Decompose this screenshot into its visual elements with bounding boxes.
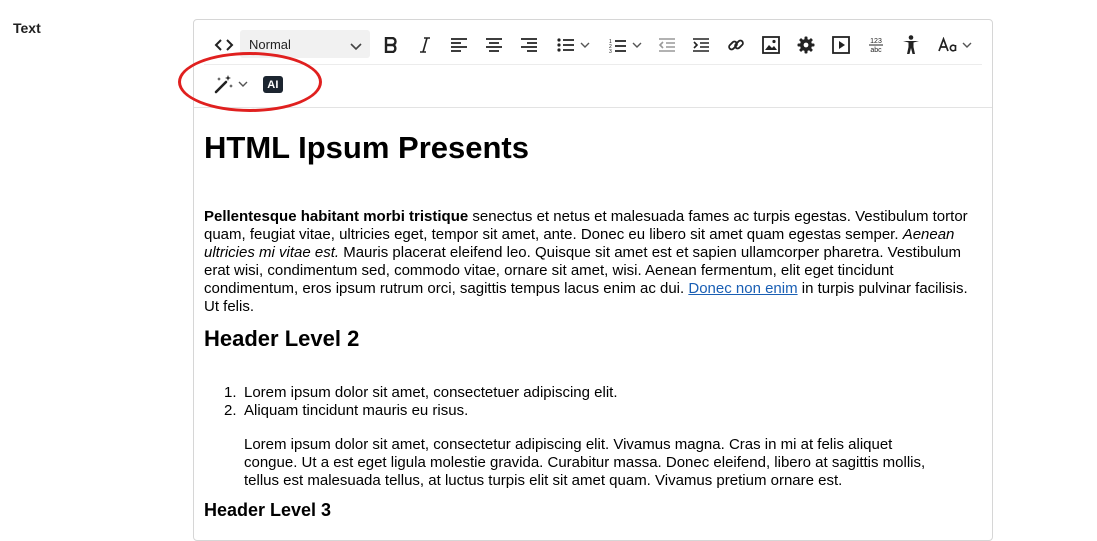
editor-toolbar: Normal 1 2 3 123 abc AI — [194, 20, 992, 108]
svg-text:3: 3 — [609, 49, 612, 53]
magic-wand-button[interactable] — [212, 71, 250, 97]
accessibility-icon — [902, 35, 920, 55]
align-right-icon — [520, 38, 538, 52]
link-icon — [727, 36, 745, 54]
list-item-text: Lorem ipsum dolor sit amet, consectetuer… — [244, 384, 618, 401]
italic-icon — [419, 37, 431, 53]
chevron-down-icon — [962, 41, 972, 49]
list-item: 2. Aliquam tincidunt mauris eu risus. — [224, 402, 984, 420]
list-item-number: 1. — [224, 384, 237, 401]
indent-icon — [692, 38, 710, 52]
align-left-icon — [450, 38, 468, 52]
link-button[interactable] — [724, 32, 748, 58]
gear-icon — [797, 36, 815, 54]
ai-label: AI — [267, 78, 279, 91]
intro-paragraph: Pellentesque habitant morbi tristique se… — [204, 208, 984, 316]
paragraph-style-select[interactable]: Normal — [240, 30, 370, 58]
accessibility-button[interactable] — [899, 32, 923, 58]
chevron-down-icon — [632, 41, 642, 49]
chevron-down-icon — [350, 38, 362, 56]
bullet-list-icon — [556, 38, 575, 52]
bold-text: Pellentesque habitant morbi tristique — [204, 208, 469, 225]
bold-icon — [384, 37, 398, 53]
image-button[interactable] — [759, 32, 783, 58]
numbered-list-icon: 123 — [609, 38, 627, 53]
font-size-button[interactable] — [934, 32, 976, 58]
video-icon — [832, 36, 850, 54]
image-icon — [762, 36, 780, 54]
magic-wand-icon — [214, 74, 234, 94]
source-code-icon — [214, 38, 234, 52]
svg-text:abc: abc — [870, 47, 882, 54]
ordered-list: 1. Lorem ipsum dolor sit amet, consectetu… — [224, 384, 984, 420]
nested-paragraph: Lorem ipsum dolor sit amet, consectetur … — [244, 436, 926, 489]
list-item: 1. Lorem ipsum dolor sit amet, consectetu… — [224, 384, 984, 402]
settings-button[interactable] — [794, 32, 818, 58]
align-center-icon — [485, 38, 503, 52]
heading-level-2: Header Level 2 — [204, 326, 360, 351]
video-button[interactable] — [829, 32, 853, 58]
paragraph-style-value: Normal — [249, 36, 291, 52]
chevron-down-icon — [238, 80, 248, 88]
list-item-text: Aliquam tincidunt mauris eu risus. — [244, 402, 469, 419]
outdent-button[interactable] — [655, 32, 679, 58]
bold-button[interactable] — [379, 32, 403, 58]
align-right-button[interactable] — [517, 32, 541, 58]
inline-link[interactable]: Donec non enim — [688, 280, 797, 297]
spellcheck-button[interactable]: 123 abc — [864, 32, 888, 58]
numbered-list-button[interactable]: 123 — [604, 32, 646, 58]
field-label: Text — [13, 20, 41, 36]
chevron-down-icon — [580, 41, 590, 49]
svg-text:123: 123 — [870, 38, 882, 45]
font-size-icon — [938, 37, 958, 53]
align-center-button[interactable] — [482, 32, 506, 58]
bullet-list-button[interactable] — [552, 32, 594, 58]
align-left-button[interactable] — [447, 32, 471, 58]
italic-button[interactable] — [413, 32, 437, 58]
rich-text-editor: Normal 1 2 3 123 abc AI HTML Ipsum Prese… — [193, 19, 993, 541]
outdent-icon — [658, 38, 676, 52]
spellcheck-icon: 123 abc — [867, 36, 885, 54]
toolbar-row-divider — [204, 64, 982, 65]
indent-button[interactable] — [689, 32, 713, 58]
heading-level-1: HTML Ipsum Presents — [204, 130, 530, 165]
ai-button[interactable]: AI — [263, 76, 283, 93]
source-code-button[interactable] — [212, 32, 236, 58]
heading-level-3: Header Level 3 — [204, 500, 332, 520]
list-item-number: 2. — [224, 402, 237, 419]
